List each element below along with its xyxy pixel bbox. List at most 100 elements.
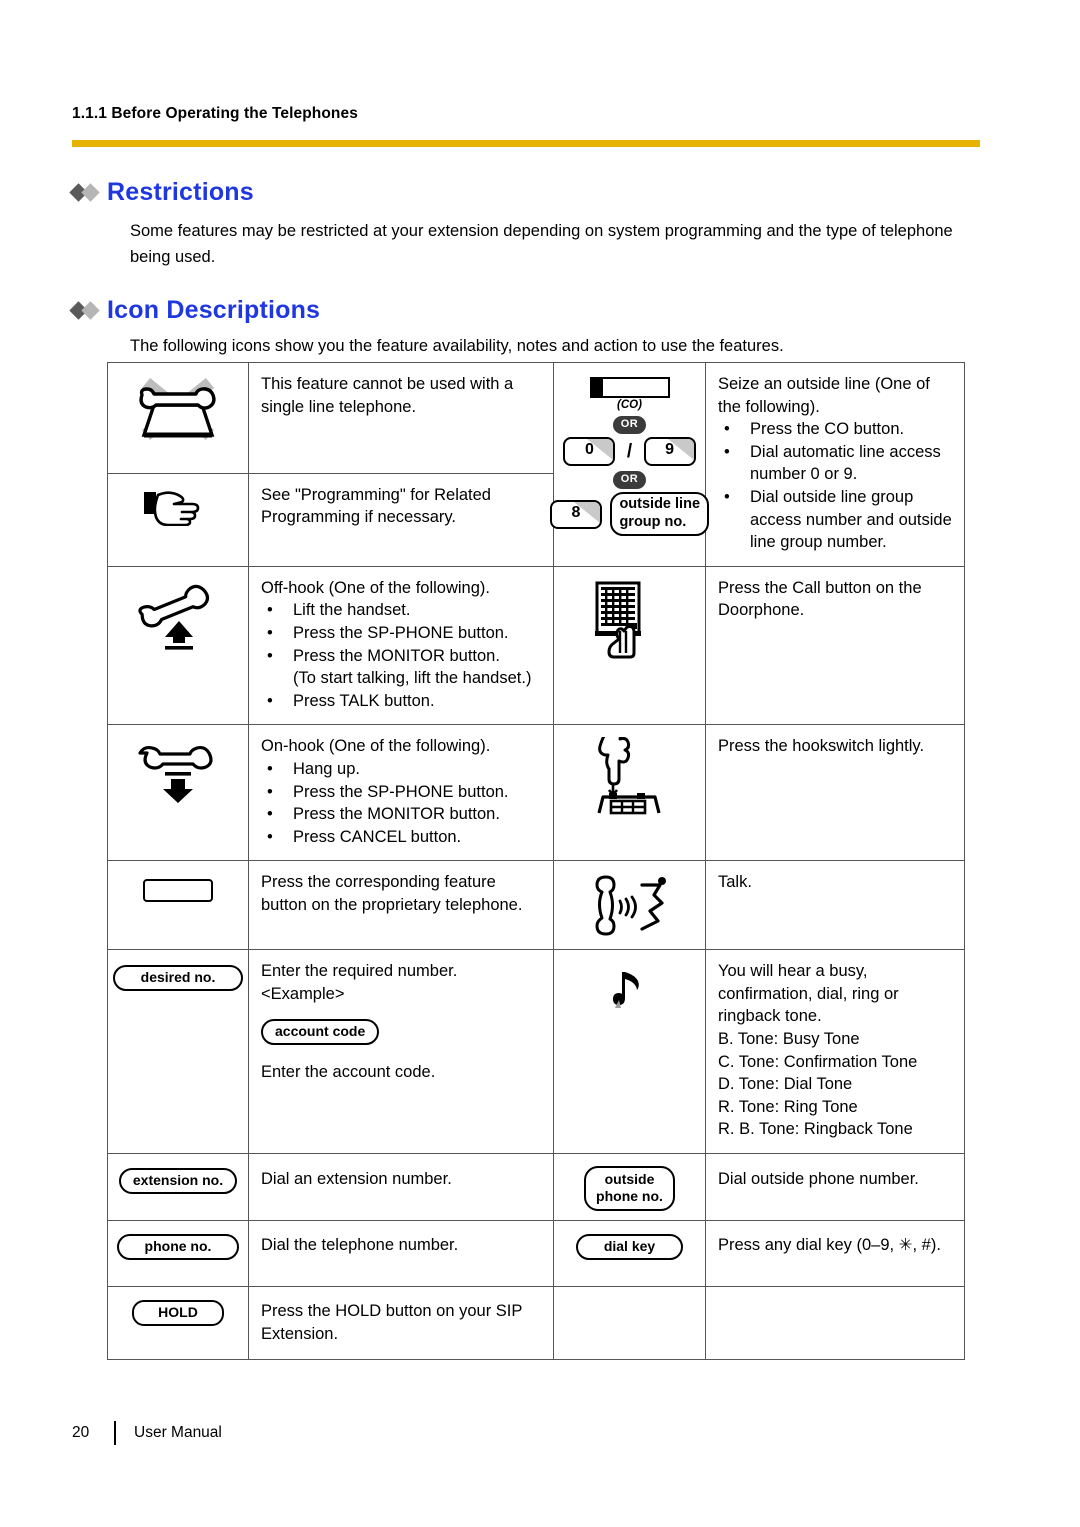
text-outside-phone-no: Dial outside phone number.	[718, 1170, 919, 1189]
cell-text-hookswitch: Press the hookswitch lightly.	[705, 724, 965, 862]
footer-label: User Manual	[134, 1424, 222, 1441]
desired-no-line2: <Example>	[261, 984, 345, 1003]
cell-text-on-hook: On-hook (One of the following). • Hang up…	[248, 724, 554, 862]
restrictions-paragraph: Some features may be restricted at your …	[130, 222, 953, 266]
or-badge-2: OR	[612, 471, 647, 489]
tone-intro: You will hear a busy, confirmation, dial…	[718, 962, 899, 1026]
list-item: • Press TALK button.	[267, 691, 435, 710]
table-row: phone no. Dial the telephone number. dia…	[107, 1220, 965, 1288]
seize-line-title: Seize an outside line (One of the follow…	[718, 375, 930, 416]
heading-icon-descriptions-label: Icon Descriptions	[107, 296, 321, 324]
tone-item: R. Tone: Ring Tone	[718, 1097, 858, 1116]
cell-empty-icon	[553, 1286, 706, 1361]
outside-phone-no-key-icon: outside phone no.	[584, 1166, 675, 1212]
list-item: • Dial outside line group access number a…	[724, 487, 952, 552]
cell-icon-tone	[553, 949, 706, 1155]
desired-no-key-icon: desired no.	[112, 965, 244, 992]
phone-no-key-icon: phone no.	[116, 1234, 240, 1261]
music-note-tone-icon	[612, 972, 639, 1009]
cell-text-desired-no: Enter the required number. <Example> acc…	[248, 949, 554, 1155]
manual-page: 1.1.1 Before Operating the Telephones Re…	[0, 0, 1080, 1527]
heading-restrictions: Restrictions	[69, 178, 254, 207]
heading-restrictions-label: Restrictions	[107, 178, 254, 206]
cell-text-off-hook: Off-hook (One of the following). • Lift t…	[248, 565, 554, 726]
table-row: Off-hook (One of the following). • Lift t…	[107, 565, 965, 726]
seize-line-bullets: • Press the CO button. • Dial automatic li…	[718, 418, 954, 554]
cell-text-feature-button: Press the corresponding feature button o…	[248, 860, 554, 951]
tone-item: D. Tone: Dial Tone	[718, 1075, 853, 1094]
account-code-key-icon: account code	[261, 1019, 380, 1046]
off-hook-title: Off-hook (One of the following).	[261, 578, 490, 597]
tone-item: R. B. Tone: Ringback Tone	[718, 1120, 913, 1139]
heading-icon-descriptions: Icon Descriptions	[69, 296, 321, 325]
text-dial-key: Press any dial key (0–9, ✳, #).	[718, 1236, 941, 1255]
cell-icon-outside-phone-no: outside phone no.	[553, 1153, 706, 1222]
cell-icon-seize-outside-line: (CO) OR 0 / 9 OR 8 outside line group no…	[549, 362, 710, 567]
text-hookswitch: Press the hookswitch lightly.	[718, 737, 925, 756]
text-phone-no: Dial the telephone number.	[261, 1236, 459, 1255]
outside-line-group-no-key-icon: outside line group no.	[610, 492, 710, 536]
dial-key-icon: dial key	[575, 1234, 684, 1261]
footer-page-number: 20	[72, 1424, 90, 1441]
hookswitch-press-icon	[596, 737, 661, 815]
list-item: • Dial automatic line access number 0 or …	[724, 442, 941, 484]
off-hook-bullets: • Lift the handset. • Press the SP-PHONE b…	[261, 599, 543, 712]
cell-icon-hookswitch	[553, 724, 706, 862]
cell-text-no-slt: This feature cannot be used with a singl…	[248, 362, 554, 474]
feature-button-icon	[143, 879, 213, 903]
text-feature-button: Press the corresponding feature button o…	[261, 873, 523, 914]
dial-key-9-icon: 9	[643, 437, 696, 466]
table-row: On-hook (One of the following). • Hang up…	[107, 724, 965, 862]
table-row: Press the corresponding feature button o…	[107, 860, 965, 951]
dial-key-0-icon: 0	[563, 437, 616, 466]
diamond-bullet-icon	[69, 301, 100, 320]
cell-text-hold: Press the HOLD button on your SIP Extens…	[248, 1286, 554, 1361]
tone-item: B. Tone: Busy Tone	[718, 1030, 860, 1049]
slash-separator: /	[626, 440, 633, 462]
text-talk: Talk.	[718, 873, 752, 892]
hold-key-icon: HOLD	[132, 1300, 224, 1327]
cell-text-phone-no: Dial the telephone number.	[248, 1220, 554, 1288]
icon-descriptions-paragraph: The following icons show you the feature…	[130, 337, 784, 355]
list-item: • Press the SP-PHONE button.	[267, 782, 509, 801]
list-item: • Press the SP-PHONE button.	[267, 623, 509, 642]
or-badge-1: OR	[612, 416, 647, 434]
gold-rule-divider	[72, 140, 980, 147]
cell-icon-talk	[553, 860, 706, 951]
doorphone-call-button-icon	[594, 581, 641, 659]
desired-no-line3: Enter the account code.	[261, 1063, 436, 1082]
diamond-bullet-icon	[69, 183, 100, 202]
table-row: extension no. Dial an extension number. …	[107, 1153, 965, 1222]
cell-icon-doorphone	[553, 565, 706, 726]
off-hook-bullet-continuation: (To start talking, lift the handset.)	[293, 669, 532, 688]
cell-icon-phone-no: phone no.	[107, 1220, 249, 1288]
list-item: • Press the MONITOR button. (To start tal…	[261, 645, 543, 690]
text-hold: Press the HOLD button on your SIP Extens…	[261, 1302, 523, 1343]
cell-text-outside-phone-no: Dial outside phone number.	[705, 1153, 965, 1222]
text-no-slt: This feature cannot be used with a singl…	[261, 375, 514, 416]
table-row: This feature cannot be used with a singl…	[107, 362, 965, 567]
crossed-out-telephone-icon	[139, 377, 216, 441]
pointing-hand-icon	[144, 491, 200, 526]
dial-key-8-icon: 8	[549, 499, 602, 529]
tone-item: C. Tone: Confirmation Tone	[718, 1052, 918, 1071]
cell-icon-extension-no: extension no.	[107, 1153, 249, 1222]
cell-icon-dial-key: dial key	[553, 1220, 706, 1288]
footer-divider	[114, 1421, 116, 1445]
cell-icon-off-hook	[107, 565, 249, 726]
table-row: desired no. Enter the required number. <…	[107, 949, 965, 1155]
cell-icon-no-slt	[107, 362, 249, 474]
text-extension-no: Dial an extension number.	[261, 1170, 452, 1189]
co-button-label: (CO)	[617, 399, 642, 411]
cell-text-extension-no: Dial an extension number.	[248, 1153, 554, 1222]
cell-text-doorphone: Press the Call button on the Doorphone.	[705, 565, 965, 726]
cell-text-seize-outside-line: Seize an outside line (One of the follow…	[705, 362, 965, 567]
page-footer: 20 User Manual	[72, 1421, 222, 1445]
cell-text-dial-key: Press any dial key (0–9, ✳, #).	[705, 1220, 965, 1288]
text-programming: See "Programming" for Related Programmin…	[261, 485, 491, 527]
cell-text-talk: Talk.	[705, 860, 965, 951]
talking-handset-icon	[595, 875, 666, 936]
cell-text-tone: You will hear a busy, confirmation, dial…	[705, 949, 965, 1155]
handset-off-hook-icon	[138, 584, 210, 650]
desired-no-line1: Enter the required number.	[261, 962, 458, 981]
